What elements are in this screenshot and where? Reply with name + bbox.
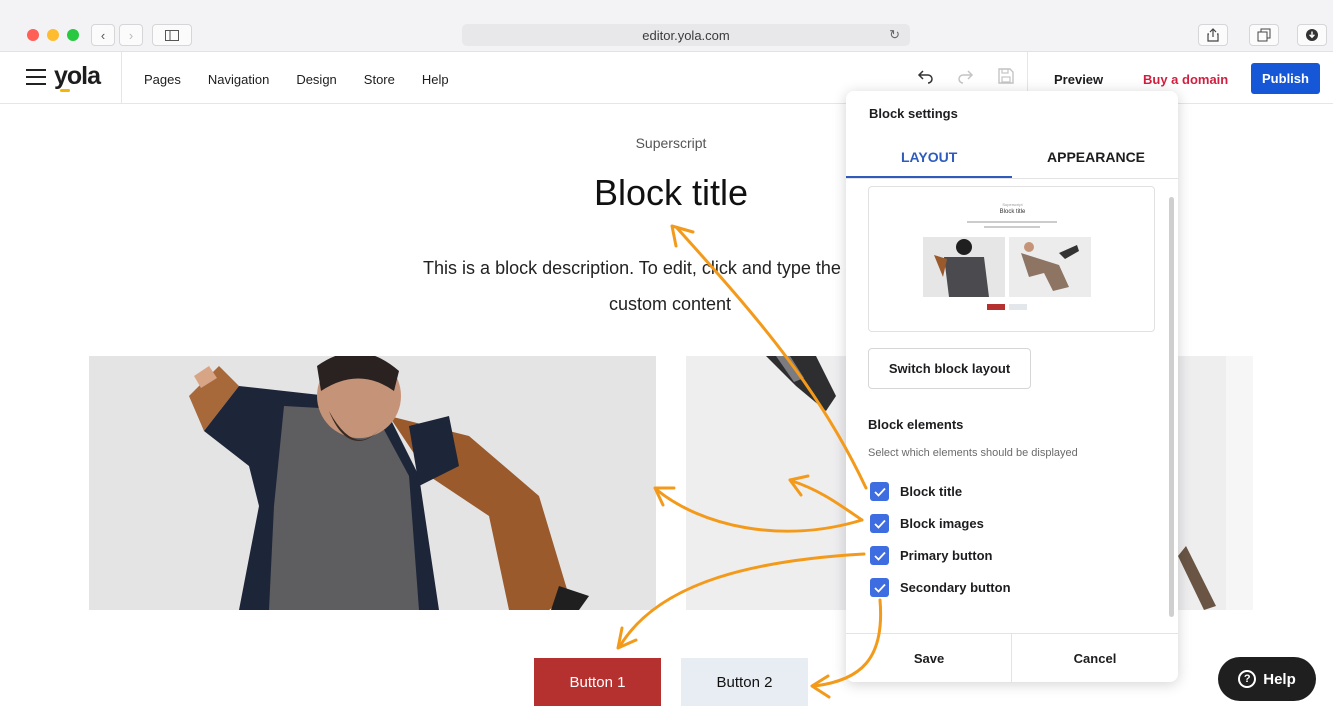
zoom-window-dot[interactable] (67, 29, 79, 41)
header-divider (121, 52, 122, 104)
dancer-photo-1 (89, 356, 656, 610)
minimize-window-dot[interactable] (47, 29, 59, 41)
publish-button[interactable]: Publish (1251, 63, 1320, 94)
save-icon[interactable] (997, 67, 1015, 90)
block-title[interactable]: Block title (471, 172, 871, 214)
block-image-1[interactable] (89, 356, 656, 610)
cancel-button[interactable]: Cancel (1012, 634, 1178, 682)
share-icon[interactable] (1198, 24, 1228, 46)
nav-navigation[interactable]: Navigation (208, 72, 269, 87)
block-elements-heading: Block elements (868, 417, 964, 432)
checkbox-checked-icon[interactable] (870, 578, 889, 597)
nav-store[interactable]: Store (364, 72, 395, 87)
logo-accent (60, 89, 70, 92)
block-superscript[interactable]: Superscript (571, 135, 771, 151)
option-label: Block images (900, 516, 984, 531)
option-label: Primary button (900, 548, 993, 563)
option-label: Block title (900, 484, 963, 499)
save-button[interactable]: Save (846, 634, 1012, 682)
tab-layout[interactable]: LAYOUT (901, 149, 957, 165)
sidebar-toggle-icon[interactable] (152, 24, 192, 46)
switch-layout-button[interactable]: Switch block layout (868, 348, 1031, 389)
nav-pages[interactable]: Pages (144, 72, 181, 87)
panel-title: Block settings (869, 106, 958, 121)
block-elements-description: Select which elements should be displaye… (868, 447, 1078, 459)
arrow-head-title (670, 224, 695, 248)
block-settings-panel: Block settings LAYOUT APPEARANCE Supersc… (846, 91, 1178, 682)
option-secondary-button[interactable]: Secondary button (870, 578, 1011, 597)
yola-logo: yola (54, 62, 101, 90)
checkbox-checked-icon[interactable] (870, 546, 889, 565)
nav-help[interactable]: Help (422, 72, 449, 87)
arrow-head-image-1 (653, 486, 676, 507)
option-primary-button[interactable]: Primary button (870, 546, 992, 565)
panel-scrollbar[interactable] (1169, 197, 1174, 617)
screen: ‹ › editor.yola.com ↻ yola Pages Navigat… (0, 0, 1333, 709)
buy-domain-link[interactable]: Buy a domain (1143, 72, 1228, 87)
undo-icon[interactable] (917, 67, 935, 90)
main-nav: Pages Navigation Design Store Help (144, 72, 449, 87)
redo-icon[interactable] (956, 67, 974, 90)
forward-icon[interactable]: › (119, 24, 143, 46)
menu-icon[interactable] (26, 69, 46, 85)
nav-design[interactable]: Design (296, 72, 336, 87)
preview-link[interactable]: Preview (1054, 72, 1103, 87)
panel-footer: Save Cancel (846, 633, 1178, 682)
layout-thumbnail[interactable]: Superscript Block title (868, 186, 1155, 332)
browser-toolbar: ‹ › editor.yola.com ↻ (0, 0, 1333, 52)
reload-icon[interactable]: ↻ (889, 27, 900, 43)
checkbox-checked-icon[interactable] (870, 482, 889, 501)
option-block-title[interactable]: Block title (870, 482, 962, 501)
option-block-images[interactable]: Block images (870, 514, 984, 533)
back-icon[interactable]: ‹ (91, 24, 115, 46)
tab-divider (846, 178, 1178, 179)
downloads-icon[interactable] (1297, 24, 1327, 46)
option-label: Secondary button (900, 580, 1011, 595)
tab-appearance[interactable]: APPEARANCE (1047, 149, 1145, 165)
checkbox-checked-icon[interactable] (870, 514, 889, 533)
question-icon: ? (1238, 670, 1257, 688)
help-button[interactable]: ? Help (1218, 657, 1316, 701)
secondary-button[interactable]: Button 2 (681, 658, 808, 706)
close-window-dot[interactable] (27, 29, 39, 41)
tabs-overview-icon[interactable] (1249, 24, 1279, 46)
arrow-head-button-1 (616, 626, 638, 650)
address-bar[interactable]: editor.yola.com ↻ (462, 24, 910, 46)
primary-button[interactable]: Button 1 (534, 658, 661, 706)
url-text: editor.yola.com (642, 27, 730, 43)
thumbnail-preview (923, 221, 1091, 310)
arrow-head-button-2 (810, 674, 831, 699)
help-label: Help (1263, 670, 1296, 688)
